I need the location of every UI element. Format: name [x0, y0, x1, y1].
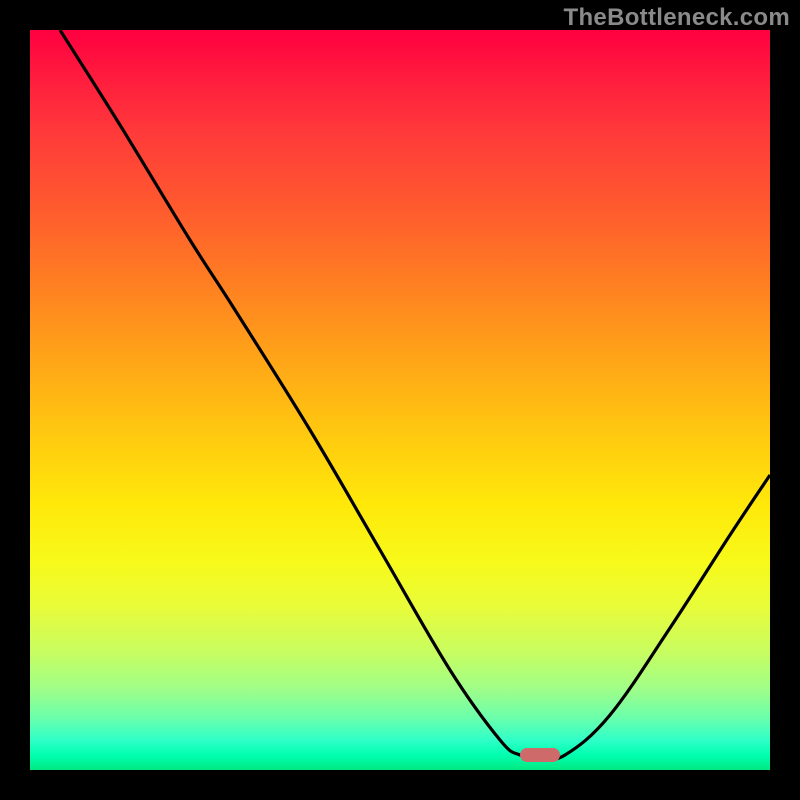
chart-plot-area — [30, 30, 770, 770]
watermark-text: TheBottleneck.com — [564, 4, 790, 32]
curve-svg — [30, 30, 770, 770]
bottleneck-curve — [60, 30, 770, 759]
optimal-point-marker — [520, 748, 560, 762]
chart-frame: TheBottleneck.com — [0, 0, 800, 800]
